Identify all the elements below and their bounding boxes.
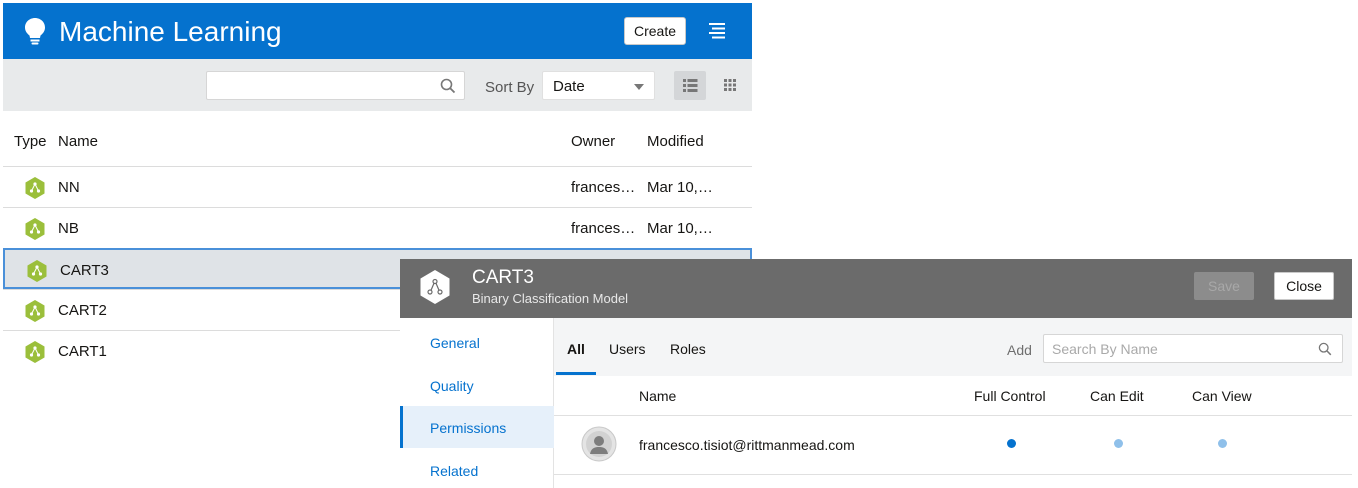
column-header-can-view: Can View bbox=[1192, 388, 1252, 404]
dialog-sidebar: General Quality Permissions Related bbox=[400, 318, 554, 488]
tab-roles[interactable]: Roles bbox=[670, 341, 706, 357]
sort-select[interactable]: Date bbox=[542, 71, 655, 100]
dialog-title: CART3 bbox=[472, 267, 534, 288]
column-header-owner[interactable]: Owner bbox=[571, 133, 615, 150]
model-icon bbox=[25, 218, 45, 240]
toolbar: Sort By Date bbox=[3, 59, 752, 111]
column-header-full-control: Full Control bbox=[974, 388, 1046, 404]
sidebar-item-general[interactable]: General bbox=[400, 321, 554, 363]
table-row[interactable]: NN frances… Mar 10,… bbox=[3, 166, 752, 207]
model-icon bbox=[420, 270, 450, 304]
tab-all[interactable]: All bbox=[567, 341, 585, 357]
sort-by-label: Sort By bbox=[485, 79, 535, 96]
column-header-name: Name bbox=[639, 388, 677, 404]
list-view-icon bbox=[683, 79, 698, 92]
permission-tabs: All Users Roles Add bbox=[554, 318, 1352, 376]
chevron-down-icon bbox=[634, 84, 644, 90]
search-field[interactable] bbox=[206, 71, 465, 100]
close-button[interactable]: Close bbox=[1274, 272, 1334, 300]
grid-view-button[interactable] bbox=[714, 71, 746, 100]
row-name: CART1 bbox=[58, 343, 107, 360]
user-email: francesco.tisiot@rittmanmead.com bbox=[639, 437, 855, 453]
can-view-radio[interactable] bbox=[1218, 439, 1227, 448]
can-edit-radio[interactable] bbox=[1114, 439, 1123, 448]
search-input[interactable] bbox=[215, 76, 435, 96]
sidebar-item-permissions[interactable]: Permissions bbox=[400, 406, 554, 448]
sort-select-value: Date bbox=[553, 78, 585, 95]
search-icon[interactable] bbox=[1318, 342, 1332, 356]
page-title: Machine Learning bbox=[59, 16, 282, 47]
row-owner: frances… bbox=[571, 220, 636, 237]
active-tab-indicator bbox=[556, 372, 596, 375]
row-name: CART2 bbox=[58, 302, 107, 319]
list-view-button[interactable] bbox=[674, 71, 706, 100]
save-button[interactable]: Save bbox=[1194, 272, 1254, 300]
table-row[interactable]: NB frances… Mar 10,… bbox=[3, 207, 752, 248]
sidebar-item-label: General bbox=[430, 335, 480, 351]
sidebar-item-label: Quality bbox=[430, 378, 474, 394]
row-modified: Mar 10,… bbox=[647, 220, 713, 237]
hamburger-menu-icon[interactable] bbox=[707, 21, 729, 41]
permissions-dialog: CART3 Binary Classification Model Save C… bbox=[400, 259, 1352, 488]
user-avatar-icon bbox=[581, 426, 617, 462]
row-name: NN bbox=[58, 179, 80, 196]
sidebar-item-related[interactable]: Related bbox=[400, 449, 554, 488]
tab-users[interactable]: Users bbox=[609, 341, 646, 357]
sidebar-item-label: Permissions bbox=[430, 420, 507, 436]
column-header-type[interactable]: Type bbox=[14, 133, 47, 150]
grid-view-icon bbox=[724, 79, 736, 91]
user-search-input[interactable] bbox=[1052, 340, 1312, 358]
model-icon bbox=[25, 300, 45, 322]
lightbulb-icon bbox=[25, 18, 45, 45]
add-label: Add bbox=[1007, 342, 1032, 358]
column-header-modified[interactable]: Modified bbox=[647, 133, 704, 150]
model-icon bbox=[25, 177, 45, 199]
dialog-subtitle: Binary Classification Model bbox=[472, 291, 629, 306]
create-button[interactable]: Create bbox=[624, 17, 686, 45]
column-header-name[interactable]: Name bbox=[58, 133, 98, 150]
row-name: CART3 bbox=[60, 262, 109, 279]
sidebar-item-label: Related bbox=[430, 463, 479, 479]
app-header: Machine Learning Create bbox=[3, 3, 752, 59]
row-modified: Mar 10,… bbox=[647, 179, 713, 196]
full-control-radio[interactable] bbox=[1007, 439, 1016, 448]
search-icon[interactable] bbox=[440, 78, 456, 94]
sidebar-item-quality[interactable]: Quality bbox=[400, 364, 554, 406]
user-search-field[interactable] bbox=[1043, 334, 1343, 363]
model-icon bbox=[25, 341, 45, 363]
column-header-can-edit: Can Edit bbox=[1090, 388, 1144, 404]
dialog-header: CART3 Binary Classification Model Save C… bbox=[400, 259, 1352, 318]
row-name: NB bbox=[58, 220, 79, 237]
permission-row: francesco.tisiot@rittmanmead.com bbox=[554, 416, 1352, 475]
row-owner: frances… bbox=[571, 179, 636, 196]
permissions-table-header: Name Full Control Can Edit Can View bbox=[554, 376, 1352, 416]
model-icon bbox=[27, 260, 47, 282]
